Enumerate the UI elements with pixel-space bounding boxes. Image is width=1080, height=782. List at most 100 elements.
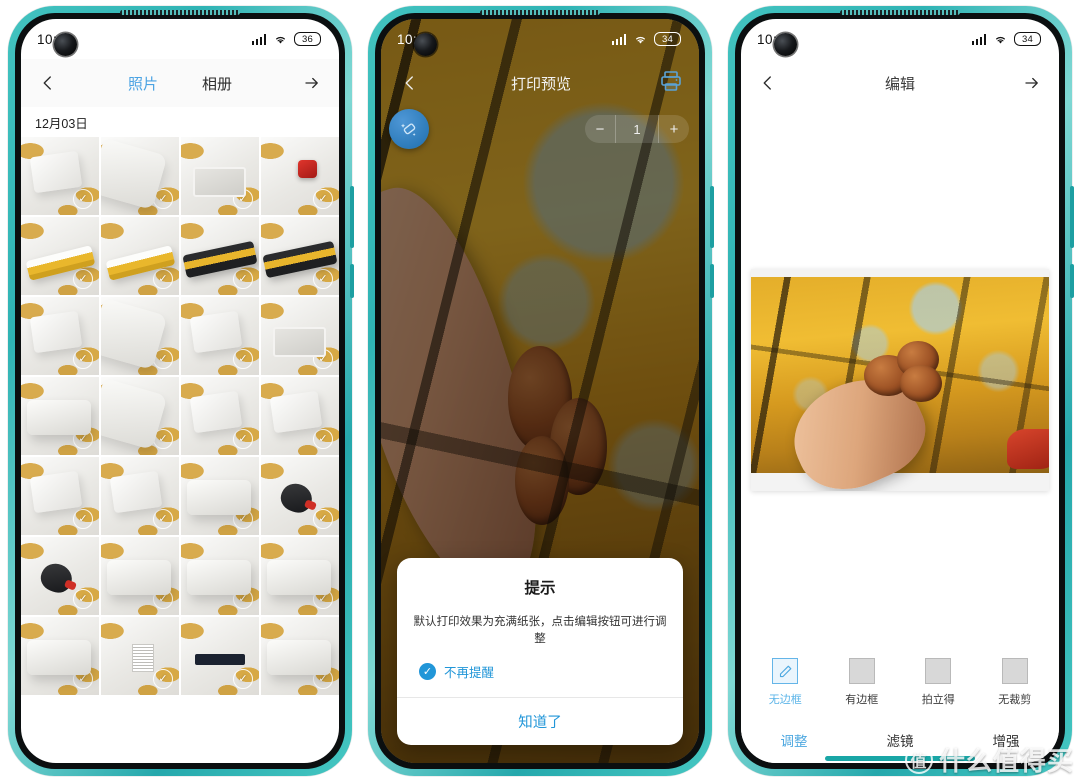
tab-photos[interactable]: 照片 [128,73,158,94]
check-icon[interactable]: ✓ [233,669,253,689]
volume-up-button[interactable] [1070,186,1074,248]
photo-thumbnail[interactable]: ✓ [21,617,99,695]
photo-thumbnail[interactable]: ✓ [181,617,259,695]
print-preview-screen: 10:05 34 [381,19,699,763]
printer-icon[interactable] [659,69,683,98]
photo-thumbnail[interactable]: ✓ [101,297,179,375]
check-icon[interactable]: ✓ [313,269,333,289]
phone-bezel: 10:06 34 [735,13,1065,769]
edit-mode-tab-1[interactable]: 滤镜 [887,730,914,750]
check-icon[interactable]: ✓ [153,189,173,209]
photo-thumbnail[interactable]: ✓ [21,217,99,295]
check-icon[interactable]: ✓ [313,589,333,609]
check-icon[interactable]: ✓ [73,589,93,609]
photo-card[interactable] [751,268,1049,491]
chevron-left-icon[interactable] [35,70,61,96]
volume-down-button[interactable] [1070,264,1074,298]
check-icon[interactable]: ✓ [153,589,173,609]
check-icon[interactable]: ✓ [233,269,253,289]
check-icon[interactable]: ✓ [153,509,173,529]
photo-thumbnail[interactable]: ✓ [181,537,259,615]
photo-thumbnail[interactable]: ✓ [101,137,179,215]
magic-wand-icon[interactable] [389,109,429,149]
frame-option-1[interactable]: 有边框 [830,658,894,707]
earpiece-speaker [120,10,240,15]
photo-thumbnail[interactable]: ✓ [261,137,339,215]
check-icon[interactable]: ✓ [73,269,93,289]
check-icon[interactable]: ✓ [73,349,93,369]
photo-thumbnail[interactable]: ✓ [101,457,179,535]
edit-screen: 10:06 34 [741,19,1059,763]
photo-thumbnail[interactable]: ✓ [181,137,259,215]
arrow-right-icon[interactable] [299,70,325,96]
photo-thumbnail[interactable]: ✓ [181,297,259,375]
photo-thumbnail[interactable]: ✓ [21,377,99,455]
photo-thumbnail[interactable]: ✓ [261,297,339,375]
decrease-copies-button[interactable]: − [585,115,615,143]
volume-down-button[interactable] [710,264,714,298]
check-icon[interactable]: ✓ [73,189,93,209]
edit-canvas[interactable] [741,107,1059,652]
check-icon[interactable]: ✓ [153,349,173,369]
photo-image: ✓ [101,617,179,695]
photo-image: ✓ [181,617,259,695]
photo-thumbnail[interactable]: ✓ [261,457,339,535]
dont-remind-checkbox[interactable]: ✓ 不再提醒 [397,648,683,697]
status-indicators: 34 [972,32,1041,46]
photo-thumbnail[interactable]: ✓ [181,377,259,455]
volume-up-button[interactable] [710,186,714,248]
check-icon[interactable]: ✓ [233,349,253,369]
photo-thumbnail[interactable]: ✓ [261,617,339,695]
frame-style-options: 无边框 有边框 拍立得 无裁剪 [741,652,1059,717]
check-icon[interactable]: ✓ [73,509,93,529]
check-icon[interactable]: ✓ [233,589,253,609]
photo-thumbnail[interactable]: ✓ [21,297,99,375]
three-phone-screenshot-collage: 10:06 36 [0,0,1080,782]
check-icon[interactable]: ✓ [73,669,93,689]
photo-image: ✓ [181,217,259,295]
frame-option-2[interactable]: 拍立得 [906,658,970,707]
check-icon[interactable]: ✓ [153,429,173,449]
frame-option-0[interactable]: 无边框 [753,658,817,707]
photo-image: ✓ [261,457,339,535]
check-icon[interactable]: ✓ [313,349,333,369]
photo-image: ✓ [101,297,179,375]
check-icon[interactable]: ✓ [233,189,253,209]
photo-thumbnail[interactable]: ✓ [101,217,179,295]
photo-image: ✓ [261,377,339,455]
check-icon[interactable]: ✓ [73,429,93,449]
check-icon[interactable]: ✓ [313,189,333,209]
photo-thumbnail[interactable]: ✓ [181,217,259,295]
arrow-right-icon[interactable] [1019,70,1045,96]
edit-mode-tab-0[interactable]: 调整 [781,730,808,750]
check-icon[interactable]: ✓ [313,429,333,449]
photo-image: ✓ [261,217,339,295]
photo-thumbnail[interactable]: ✓ [181,457,259,535]
check-icon[interactable]: ✓ [313,669,333,689]
check-icon[interactable]: ✓ [233,509,253,529]
check-icon[interactable]: ✓ [153,669,173,689]
chevron-left-icon[interactable] [397,70,423,96]
photo-thumbnail[interactable]: ✓ [261,377,339,455]
photo-thumbnail[interactable]: ✓ [261,537,339,615]
photo-thumbnail[interactable]: ✓ [261,217,339,295]
increase-copies-button[interactable]: + [659,115,689,143]
photo-thumbnail[interactable]: ✓ [21,457,99,535]
dialog-confirm-button[interactable]: 知道了 [397,697,683,745]
photo-thumbnail[interactable]: ✓ [101,537,179,615]
check-icon[interactable]: ✓ [233,429,253,449]
volume-down-button[interactable] [350,264,354,298]
tab-albums[interactable]: 相册 [202,73,232,94]
photo-thumbnail[interactable]: ✓ [21,137,99,215]
check-icon[interactable]: ✓ [153,269,173,289]
photo-thumbnail[interactable]: ✓ [21,537,99,615]
copies-stepper[interactable]: − 1 + [585,115,689,143]
photo-thumbnail[interactable]: ✓ [101,377,179,455]
tip-dialog: 提示 默认打印效果为充满纸张，点击编辑按钮可进行调整 ✓ 不再提醒 知道了 [397,557,683,745]
chevron-left-icon[interactable] [755,70,781,96]
edit-mode-tab-2[interactable]: 增强 [993,730,1020,750]
check-icon[interactable]: ✓ [313,509,333,529]
frame-option-3[interactable]: 无裁剪 [983,658,1047,707]
photo-thumbnail[interactable]: ✓ [101,617,179,695]
volume-up-button[interactable] [350,186,354,248]
